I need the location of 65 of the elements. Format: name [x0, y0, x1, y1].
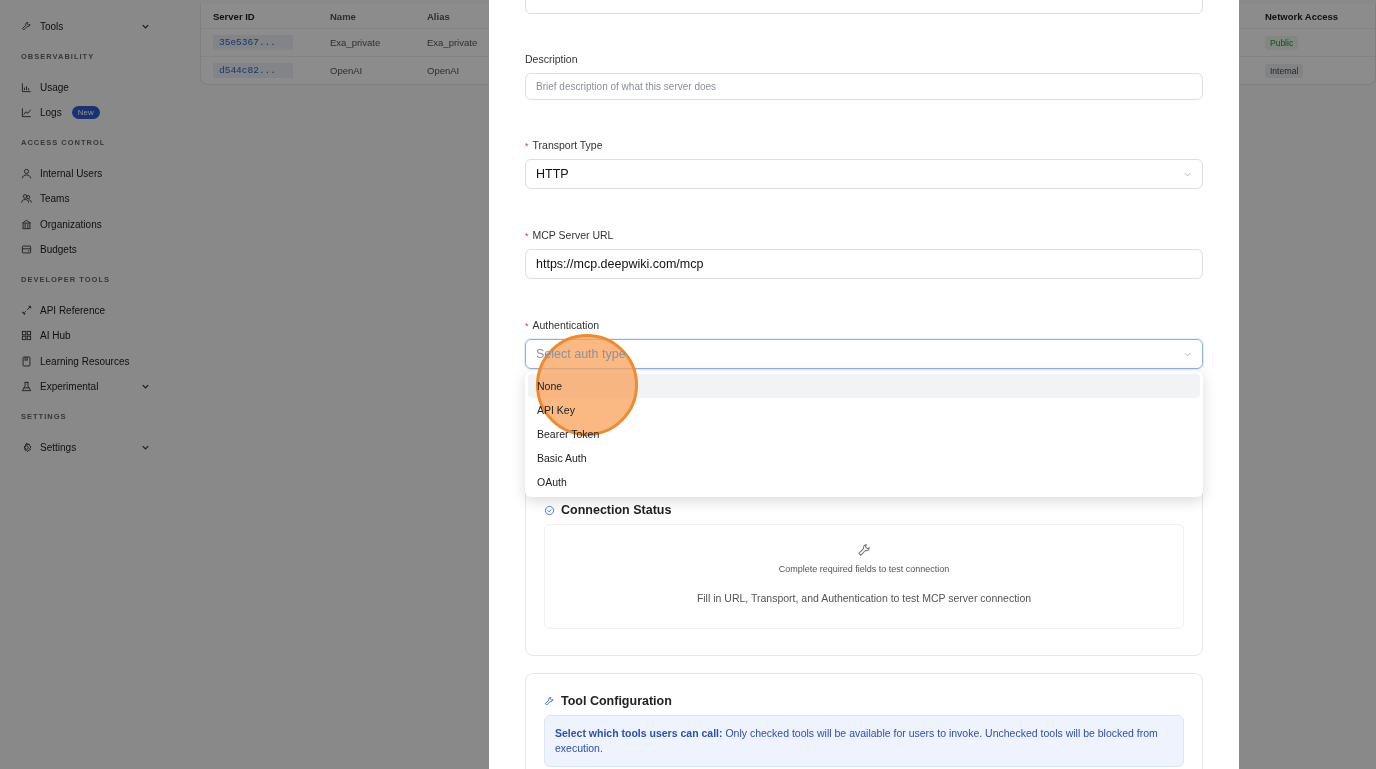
sidebar-item[interactable]: Budgets — [21, 237, 180, 263]
field-label: * Authentication — [525, 318, 601, 332]
sidebar-item[interactable]: Tools — [21, 14, 180, 40]
status-message: Complete required fields to test connection — [778, 564, 950, 574]
field-label: Description — [525, 52, 579, 66]
column-header: Network Access — [1265, 10, 1340, 22]
column-header: Name — [330, 10, 357, 22]
sidebar-item[interactable]: Experimental — [21, 374, 180, 400]
server-id[interactable]: 35e5367... — [213, 35, 293, 50]
sidebar-label: Usage — [40, 81, 69, 93]
input-field[interactable]: Brief description of what this server does — [525, 73, 1203, 100]
status-hint: Fill in URL, Transport, and Authentication to test MCP server connection — [696, 592, 1032, 604]
flask-icon — [21, 381, 32, 393]
sidebar-item[interactable]: AI Hub — [21, 323, 180, 349]
dropdown-option[interactable]: OAuth — [528, 470, 1200, 494]
sidebar-item[interactable]: Logs New — [21, 100, 180, 126]
users-icon — [21, 193, 32, 205]
sidebar-label: AI Hub — [40, 330, 71, 342]
wrench-icon — [21, 21, 32, 33]
grid-icon — [21, 330, 32, 342]
sidebar-label: Experimental — [40, 381, 99, 393]
table-cell-text: Exa_private — [427, 37, 479, 48]
input-field[interactable]: https://mcp.deepwiki.com/mcp — [525, 249, 1203, 279]
sidebar-item[interactable]: Organizations — [21, 211, 180, 237]
card-title: Connection Status — [561, 503, 672, 517]
info-note: Select which tools users can call: Only checked tools will be available for users to invoke. Unchecked tools will be blocked from execution. — [544, 715, 1184, 767]
card-title: Tool Configuration — [561, 694, 672, 708]
table-cell-text: OpenAI — [330, 65, 364, 76]
user-icon — [21, 167, 32, 179]
sidebar-item[interactable]: Learning Resources — [21, 348, 180, 374]
sidebar-item[interactable]: Internal Users — [21, 160, 180, 186]
dropdown-option[interactable]: Basic Auth — [528, 446, 1200, 470]
sidebar-label: Internal Users — [40, 167, 103, 179]
table-cell-text: OpenAI — [427, 65, 461, 76]
check-circle-icon — [544, 504, 555, 516]
sidebar-label: Learning Resources — [40, 355, 130, 367]
wrench-icon — [856, 543, 872, 558]
gear-icon — [21, 441, 32, 453]
column-header: Server ID — [213, 10, 256, 22]
chart-icon — [21, 81, 32, 93]
field-label: * Transport Type — [525, 138, 604, 152]
sidebar-label: Budgets — [40, 244, 77, 256]
book-icon — [21, 355, 32, 367]
sidebar-item[interactable]: API Reference — [21, 297, 180, 323]
sidebar-label: Logs — [40, 107, 62, 119]
bank-icon — [21, 218, 32, 230]
sidebar-label: Teams — [40, 193, 70, 205]
sidebar-label: Organizations — [40, 218, 102, 230]
sidebar-label: API Reference — [40, 304, 106, 316]
server-id[interactable]: d544c82... — [213, 63, 293, 78]
line-icon — [21, 107, 32, 119]
access-tag: Public — [1265, 36, 1299, 50]
sidebar-label: Settings — [40, 441, 77, 453]
sidebar-item[interactable]: Teams — [21, 186, 180, 212]
new-badge: New — [71, 106, 100, 120]
wrench-icon — [544, 695, 555, 707]
sidebar-label: Tools — [40, 21, 64, 33]
card-icon — [21, 244, 32, 256]
column-header: Alias — [427, 10, 451, 22]
sidebar-item[interactable]: Settings — [21, 434, 180, 460]
select-field[interactable]: HTTP — [525, 159, 1203, 189]
field-label: * MCP Server URL — [525, 228, 615, 242]
access-tag: Internal — [1265, 64, 1304, 78]
sidebar-item[interactable]: Usage — [21, 74, 180, 100]
table-cell-text: Exa_private — [330, 37, 382, 48]
